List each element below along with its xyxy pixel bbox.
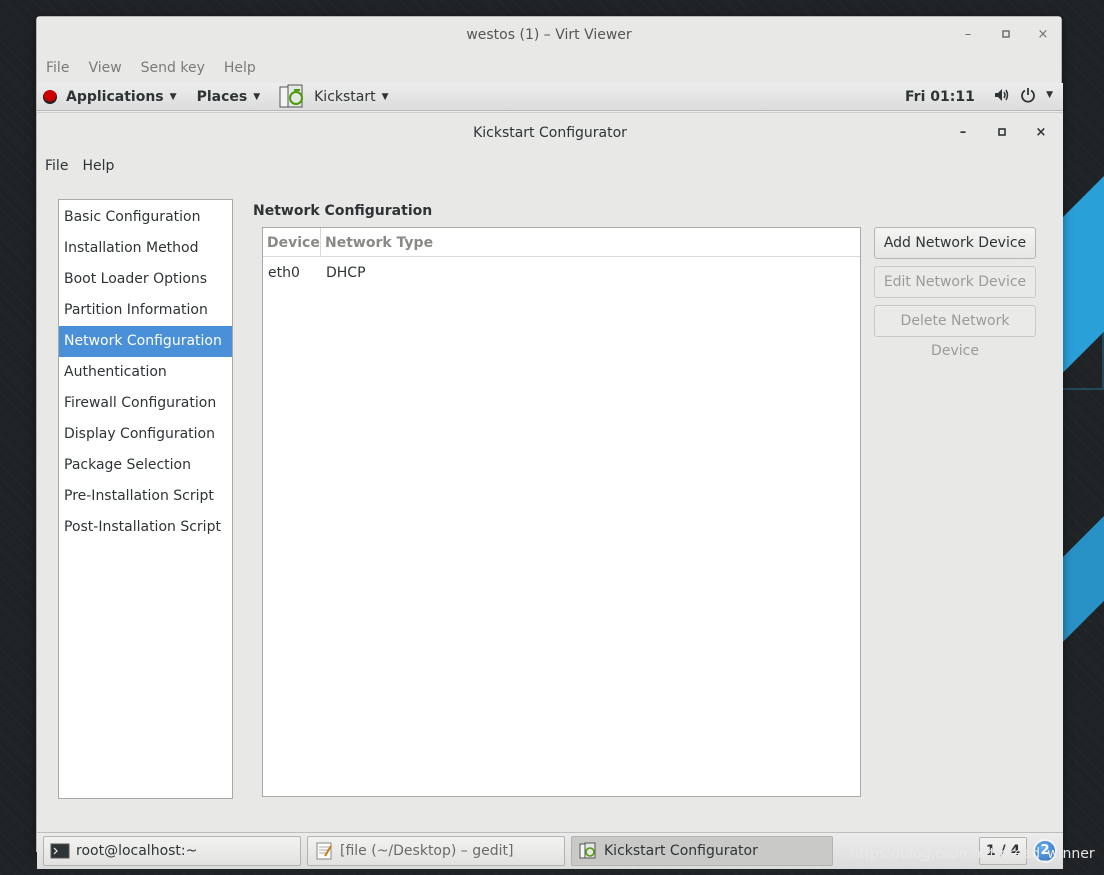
viewer-menu-send-key[interactable]: Send key bbox=[141, 60, 205, 76]
app-menu-kickstart[interactable]: Kickstart ▼ bbox=[278, 84, 389, 110]
task-label: Kickstart Configurator bbox=[604, 843, 758, 859]
chevron-down-icon: ▼ bbox=[381, 91, 389, 102]
viewer-minimize-button[interactable]: – bbox=[958, 25, 978, 45]
kickstart-menu-help[interactable]: Help bbox=[82, 158, 114, 174]
task-terminal[interactable]: root@localhost:~ bbox=[43, 836, 301, 866]
app-menu-label: Kickstart bbox=[314, 88, 376, 105]
maximize-icon bbox=[998, 128, 1006, 136]
text-editor-icon bbox=[316, 842, 332, 860]
table-row[interactable]: eth0 DHCP bbox=[263, 257, 860, 288]
applications-label: Applications bbox=[66, 88, 164, 105]
kickstart-window: Kickstart Configurator – × File Help Bas… bbox=[37, 112, 1063, 832]
nav-item-basic-configuration[interactable]: Basic Configuration bbox=[59, 202, 232, 233]
kickstart-menu-file[interactable]: File bbox=[45, 158, 68, 174]
network-device-table: Device Network Type eth0 DHCP bbox=[262, 227, 861, 797]
nav-item-display-configuration[interactable]: Display Configuration bbox=[59, 419, 232, 450]
chevron-down-icon: ▼ bbox=[169, 91, 177, 102]
viewer-title: westos (1) – Virt Viewer bbox=[466, 27, 632, 43]
nav-item-partition-information[interactable]: Partition Information bbox=[59, 295, 232, 326]
cell-network-type: DHCP bbox=[326, 264, 366, 281]
kickstart-maximize-button[interactable] bbox=[992, 123, 1012, 143]
section-title: Network Configuration bbox=[253, 203, 433, 219]
virt-viewer-window: westos (1) – Virt Viewer – × File View S… bbox=[36, 16, 1063, 869]
column-header-device[interactable]: Device bbox=[263, 228, 321, 256]
viewer-titlebar: westos (1) – Virt Viewer – × bbox=[37, 17, 1061, 53]
viewer-maximize-button[interactable] bbox=[996, 25, 1016, 45]
guest-screen: Applications ▼ Places ▼ Kickstart ▼ Fri … bbox=[37, 83, 1063, 869]
redhat-logo-icon bbox=[43, 89, 57, 104]
nav-item-firewall-configuration[interactable]: Firewall Configuration bbox=[59, 388, 232, 419]
task-label: [file (~/Desktop) – gedit] bbox=[340, 843, 514, 859]
category-list: Basic Configuration Installation Method … bbox=[58, 199, 233, 799]
kickstart-titlebar: Kickstart Configurator – × bbox=[37, 113, 1063, 151]
cell-device: eth0 bbox=[268, 264, 300, 281]
system-status-area[interactable]: ▼ bbox=[994, 87, 1053, 103]
kickstart-minimize-button[interactable]: – bbox=[953, 123, 973, 143]
edit-network-device-button[interactable]: Edit Network Device bbox=[874, 266, 1036, 298]
viewer-menu-view[interactable]: View bbox=[88, 60, 121, 76]
kickstart-title: Kickstart Configurator bbox=[473, 125, 627, 141]
nav-item-post-installation-script[interactable]: Post-Installation Script bbox=[59, 512, 232, 543]
places-label: Places bbox=[196, 88, 248, 105]
viewer-menubar: File View Send key Help bbox=[37, 53, 1061, 83]
power-icon bbox=[1021, 88, 1035, 103]
nav-item-pre-installation-script[interactable]: Pre-Installation Script bbox=[59, 481, 232, 512]
nav-item-installation-method[interactable]: Installation Method bbox=[59, 233, 232, 264]
applications-menu[interactable]: Applications ▼ bbox=[37, 89, 177, 105]
gnome-top-panel: Applications ▼ Places ▼ Kickstart ▼ Fri … bbox=[37, 83, 1063, 111]
kickstart-close-button[interactable]: × bbox=[1031, 123, 1051, 143]
maximize-icon bbox=[1002, 30, 1010, 38]
places-menu[interactable]: Places ▼ bbox=[197, 89, 261, 105]
task-kickstart-configurator[interactable]: Kickstart Configurator bbox=[571, 836, 833, 866]
terminal-icon bbox=[50, 843, 70, 859]
column-header-network-type[interactable]: Network Type bbox=[321, 228, 437, 256]
viewer-menu-file[interactable]: File bbox=[46, 60, 69, 76]
viewer-close-button[interactable]: × bbox=[1033, 25, 1053, 45]
table-header: Device Network Type bbox=[263, 228, 860, 257]
chevron-down-icon: ▼ bbox=[253, 91, 261, 102]
panel-clock[interactable]: Fri 01:11 bbox=[905, 89, 975, 105]
kickstart-app-icon bbox=[579, 842, 596, 859]
chevron-down-icon: ▼ bbox=[1046, 90, 1053, 100]
watermark-text: https://blog.csdn.net/bread_winner bbox=[850, 846, 1095, 862]
nav-item-boot-loader-options[interactable]: Boot Loader Options bbox=[59, 264, 232, 295]
task-label: root@localhost:~ bbox=[76, 843, 198, 859]
nav-item-package-selection[interactable]: Package Selection bbox=[59, 450, 232, 481]
volume-icon bbox=[995, 89, 1009, 101]
task-gedit[interactable]: [file (~/Desktop) – gedit] bbox=[307, 836, 565, 866]
viewer-menu-help[interactable]: Help bbox=[224, 60, 256, 76]
nav-item-network-configuration[interactable]: Network Configuration bbox=[59, 326, 232, 357]
kickstart-menubar: File Help bbox=[37, 151, 1063, 181]
kickstart-app-icon bbox=[279, 84, 304, 107]
add-network-device-button[interactable]: Add Network Device bbox=[874, 227, 1036, 259]
delete-network-device-button[interactable]: Delete Network Device bbox=[874, 305, 1036, 359]
nav-item-authentication[interactable]: Authentication bbox=[59, 357, 232, 388]
